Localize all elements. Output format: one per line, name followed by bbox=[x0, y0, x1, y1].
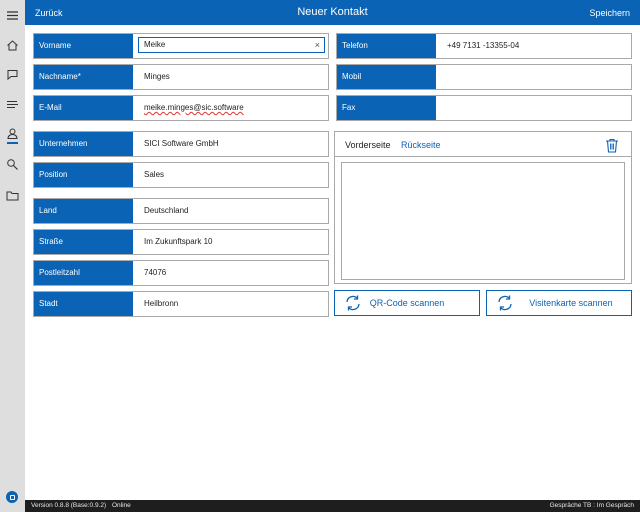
stadt-value[interactable]: Heilbronn bbox=[144, 292, 178, 316]
email-label: E-Mail bbox=[34, 96, 133, 120]
unternehmen-label: Unternehmen bbox=[34, 132, 133, 156]
unternehmen-value[interactable]: SICI Software GmbH bbox=[144, 132, 219, 156]
page-title: Neuer Kontakt bbox=[297, 6, 368, 18]
chat-icon[interactable] bbox=[5, 67, 20, 82]
status-bar: Version 0.8.8 (Base:0.9.2) Online Gesprä… bbox=[25, 500, 640, 512]
email-row[interactable]: E-Mail meike.minges@sic.software bbox=[33, 95, 329, 121]
online-status: Online bbox=[112, 502, 131, 509]
save-button[interactable]: Speichern bbox=[589, 8, 630, 18]
tab-rueckseite[interactable]: Rückseite bbox=[401, 140, 441, 150]
mobil-label: Mobil bbox=[337, 65, 436, 89]
unternehmen-row[interactable]: Unternehmen SICI Software GmbH bbox=[33, 131, 329, 157]
position-value[interactable]: Sales bbox=[144, 163, 164, 187]
position-label: Position bbox=[34, 163, 133, 187]
version-text: Version 0.8.8 (Base:0.9.2) bbox=[31, 502, 107, 509]
telefon-label: Telefon bbox=[337, 34, 436, 58]
vorname-value: Meike bbox=[144, 40, 166, 49]
plz-label: Postleitzahl bbox=[34, 261, 133, 285]
position-row[interactable]: Position Sales bbox=[33, 162, 329, 188]
card-scan-label: Visitenkarte scannen bbox=[529, 298, 613, 308]
nav-rail bbox=[0, 0, 25, 512]
vorname-input[interactable]: Meike × bbox=[138, 37, 325, 53]
folder-icon[interactable] bbox=[5, 188, 20, 203]
qr-scan-label: QR-Code scannen bbox=[369, 298, 445, 308]
telefon-value[interactable]: +49 7131 -13355-04 bbox=[447, 34, 519, 58]
plz-value[interactable]: 74076 bbox=[144, 261, 166, 285]
card-image-panel: Vorderseite Rückseite bbox=[334, 131, 632, 284]
stadt-row[interactable]: Stadt Heilbronn bbox=[33, 291, 329, 317]
search-icon[interactable] bbox=[5, 157, 20, 172]
top-bar: Zurück Neuer Kontakt Speichern bbox=[25, 0, 640, 25]
fax-label: Fax bbox=[337, 96, 436, 120]
account-icon[interactable] bbox=[6, 491, 18, 503]
session-status: Gespräche TB : Im Gespräch bbox=[549, 502, 634, 509]
fax-row[interactable]: Fax bbox=[336, 95, 632, 121]
clear-icon[interactable]: × bbox=[315, 38, 320, 52]
land-label: Land bbox=[34, 199, 133, 223]
card-image-area bbox=[341, 162, 625, 280]
land-value[interactable]: Deutschland bbox=[144, 199, 188, 223]
vorname-label: Vorname bbox=[34, 34, 133, 58]
qr-scan-button[interactable]: QR-Code scannen bbox=[334, 290, 480, 316]
home-icon[interactable] bbox=[5, 38, 20, 53]
email-value[interactable]: meike.minges@sic.software bbox=[144, 96, 244, 120]
strasse-label: Straße bbox=[34, 230, 133, 254]
trash-icon[interactable] bbox=[605, 138, 619, 153]
nachname-value[interactable]: Minges bbox=[144, 65, 170, 89]
stadt-label: Stadt bbox=[34, 292, 133, 316]
mobil-row[interactable]: Mobil bbox=[336, 64, 632, 90]
card-tabs: Vorderseite Rückseite bbox=[335, 132, 631, 157]
strasse-row[interactable]: Straße Im Zukunftspark 10 bbox=[33, 229, 329, 255]
plz-row[interactable]: Postleitzahl 74076 bbox=[33, 260, 329, 286]
vorname-row: Vorname Meike × bbox=[33, 33, 329, 59]
strasse-value[interactable]: Im Zukunftspark 10 bbox=[144, 230, 212, 254]
contact-icon[interactable] bbox=[5, 126, 20, 141]
telefon-row[interactable]: Telefon +49 7131 -13355-04 bbox=[336, 33, 632, 59]
nachname-row[interactable]: Nachname* Minges bbox=[33, 64, 329, 90]
list-icon[interactable] bbox=[5, 97, 20, 112]
tab-vorderseite[interactable]: Vorderseite bbox=[345, 140, 391, 150]
nachname-label: Nachname* bbox=[34, 65, 133, 89]
active-indicator bbox=[7, 142, 18, 144]
land-row[interactable]: Land Deutschland bbox=[33, 198, 329, 224]
card-scan-button[interactable]: Visitenkarte scannen bbox=[486, 290, 632, 316]
menu-icon[interactable] bbox=[5, 8, 20, 23]
